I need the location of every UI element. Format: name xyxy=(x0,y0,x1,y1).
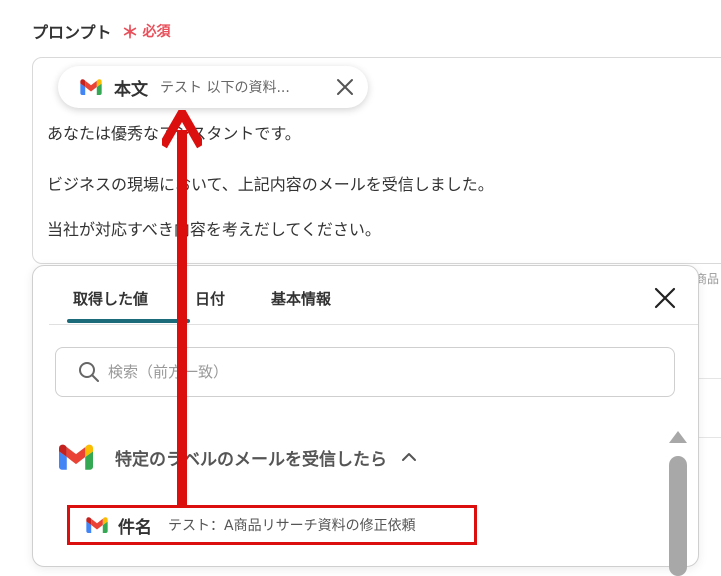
prompt-label-text: プロンプト xyxy=(32,22,112,42)
scroll-thumb[interactable] xyxy=(669,456,687,576)
required-text: 必須 xyxy=(142,23,171,40)
prompt-line-3: 当社が対応すべき内容を考えだしてください。 xyxy=(47,220,381,239)
chevron-up-icon[interactable] xyxy=(401,449,417,465)
required-asterisk: ＊ xyxy=(121,23,139,43)
gmail-icon xyxy=(59,444,93,470)
search-field[interactable] xyxy=(55,347,675,397)
tab-basic-info[interactable]: 基本情報 xyxy=(271,288,331,309)
close-icon[interactable] xyxy=(336,78,354,96)
gmail-icon xyxy=(80,79,102,95)
trigger-group-title: 特定のラベルのメールを受信したら xyxy=(115,449,387,470)
required-badge: ＊ 必須 xyxy=(122,18,171,43)
side-divider xyxy=(698,437,721,438)
tab-acquired-values[interactable]: 取得した値 xyxy=(73,288,148,309)
gmail-icon xyxy=(86,517,108,533)
item-value: テスト：A商品リサーチ資料の修正依頼 xyxy=(168,518,416,534)
subject-variable-item[interactable]: 件名 テスト：A商品リサーチ資料の修正依頼 xyxy=(67,505,477,545)
prompt-field-label: プロンプト ＊ 必須 xyxy=(32,18,171,44)
prompt-line-2: ビジネスの現場において、上記内容のメールを受信しました。 xyxy=(47,175,494,194)
prompt-line-1: あなたは優秀なアシスタントです。 xyxy=(47,124,301,143)
trigger-group-header[interactable]: 特定のラベルのメールを受信したら xyxy=(59,444,417,470)
body-variable-chip[interactable]: 本文 テスト 以下の資料... xyxy=(58,66,368,108)
chip-label: 本文 xyxy=(114,79,148,100)
chip-value: テスト 以下の資料... xyxy=(160,80,290,96)
panel-tabs: 取得した値 日付 基本情報 xyxy=(49,266,698,325)
side-divider xyxy=(698,378,721,379)
close-icon[interactable] xyxy=(653,286,677,310)
search-input[interactable] xyxy=(106,362,674,382)
search-icon xyxy=(79,362,99,382)
tab-date[interactable]: 日付 xyxy=(195,288,225,309)
active-tab-indicator xyxy=(67,319,190,323)
item-label: 件名 xyxy=(118,517,152,538)
scroll-up-arrow[interactable] xyxy=(669,431,687,443)
scrollbar[interactable] xyxy=(669,431,687,576)
